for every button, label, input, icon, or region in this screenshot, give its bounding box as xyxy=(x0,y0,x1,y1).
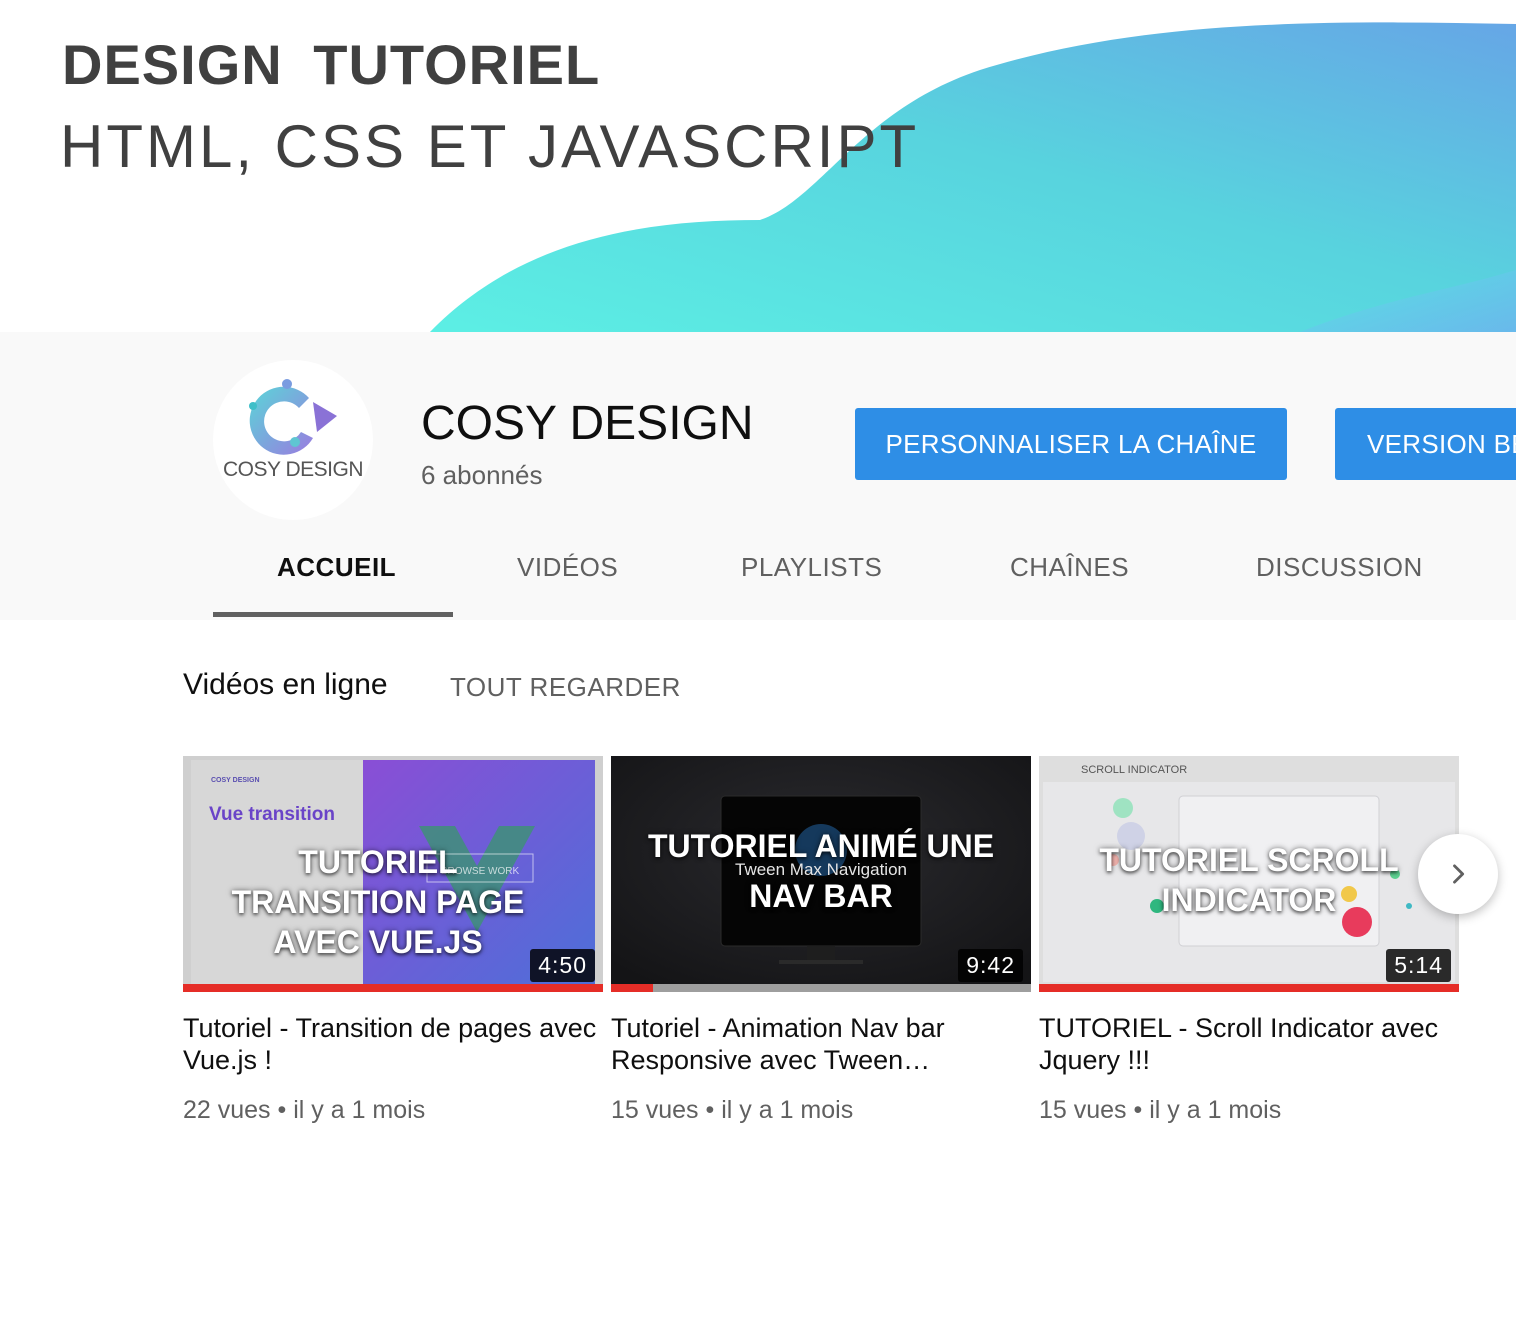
view-count: 22 vues xyxy=(183,1096,271,1124)
thumbnail-small-text: Vue transition xyxy=(209,804,335,825)
watch-progress-fill xyxy=(1039,984,1459,992)
cosy-design-logo-icon xyxy=(249,379,337,455)
video-meta: 15 vues • il y a 1 mois xyxy=(1039,1096,1459,1125)
view-count: 15 vues xyxy=(1039,1096,1127,1124)
banner-subtitle: HTML, CSS ET JAVASCRIPT xyxy=(60,113,920,180)
channel-banner: DESIGN TUTORIEL HTML, CSS ET JAVASCRIPT xyxy=(0,0,1516,332)
active-tab-indicator xyxy=(213,612,453,617)
watch-progress-bar xyxy=(183,984,603,992)
video-meta: 22 vues • il y a 1 mois xyxy=(183,1096,603,1125)
thumbnail-overlay-title-line2: NAV BAR xyxy=(749,878,893,914)
tab-discussion[interactable]: DISCUSSION xyxy=(1256,552,1423,583)
carousel-next-button[interactable] xyxy=(1418,834,1498,914)
upload-age: il y a 1 mois xyxy=(721,1096,854,1124)
thumbnail-overlay-title: TUTORIEL TRANSITION PAGE AVEC VUE.JS xyxy=(231,844,525,960)
customize-channel-button[interactable]: PERSONNALISER LA CHAÎNE xyxy=(855,408,1287,480)
upload-age: il y a 1 mois xyxy=(293,1096,426,1124)
tab-videos[interactable]: VIDÉOS xyxy=(517,552,618,583)
video-thumbnail-1[interactable]: COSY DESIGN Vue transition BROWSE WORK T… xyxy=(183,756,603,992)
thumbnail-overlay-title-line1: TUTORIEL SCROLL xyxy=(1099,842,1399,878)
watch-progress-fill xyxy=(611,984,653,992)
watch-progress-bar xyxy=(611,984,1031,992)
video-duration: 4:50 xyxy=(530,949,595,982)
video-thumbnail-3[interactable]: SCROLL INDICATOR TUTORIEL SCROLL INDICAT… xyxy=(1039,756,1459,992)
beta-version-button[interactable]: VERSION BÊTA xyxy=(1335,408,1516,480)
video-duration: 9:42 xyxy=(958,949,1023,982)
video-meta: 15 vues • il y a 1 mois xyxy=(611,1096,1031,1125)
tab-home[interactable]: ACCUEIL xyxy=(277,552,396,583)
channel-name: COSY DESIGN xyxy=(421,397,754,450)
thumbnail-overlay-title-line2: INDICATOR xyxy=(1161,882,1337,918)
thumbnail-small-text: SCROLL INDICATOR xyxy=(1081,764,1188,776)
watch-progress-bar xyxy=(1039,984,1459,992)
watch-progress-fill xyxy=(183,984,603,992)
video-card-3[interactable]: SCROLL INDICATOR TUTORIEL SCROLL INDICAT… xyxy=(1039,756,1459,1125)
upload-age: il y a 1 mois xyxy=(1149,1096,1282,1124)
video-duration: 5:14 xyxy=(1386,949,1451,982)
thumbnail-logo-text: COSY DESIGN xyxy=(211,777,260,784)
avatar-logo-text: COSY DESIGN xyxy=(223,458,363,481)
tab-channels[interactable]: CHAÎNES xyxy=(1010,552,1129,583)
banner-title: DESIGN TUTORIEL xyxy=(62,33,601,96)
video-card-2[interactable]: TUTORIEL ANIMÉ UNE Tween Max Navigation … xyxy=(611,756,1031,1125)
video-thumbnail-2[interactable]: TUTORIEL ANIMÉ UNE Tween Max Navigation … xyxy=(611,756,1031,992)
video-card-1[interactable]: COSY DESIGN Vue transition BROWSE WORK T… xyxy=(183,756,603,1125)
subscriber-count: 6 abonnés xyxy=(421,460,543,490)
meta-separator: • xyxy=(277,1096,287,1124)
see-all-link[interactable]: TOUT REGARDER xyxy=(450,672,681,703)
section-title: Vidéos en ligne xyxy=(183,668,388,701)
video-title[interactable]: TUTORIEL - Scroll Indicator avec Jquery … xyxy=(1039,1012,1459,1076)
chevron-right-icon xyxy=(1453,864,1465,884)
meta-separator: • xyxy=(1133,1096,1143,1124)
tab-playlists[interactable]: PLAYLISTS xyxy=(741,552,882,583)
meta-separator: • xyxy=(705,1096,715,1124)
video-title[interactable]: Tutoriel - Transition de pages avec Vue.… xyxy=(183,1012,603,1076)
view-count: 15 vues xyxy=(611,1096,699,1124)
channel-avatar[interactable]: COSY DESIGN xyxy=(213,360,373,520)
video-title[interactable]: Tutoriel - Animation Nav bar Responsive … xyxy=(611,1012,1031,1076)
